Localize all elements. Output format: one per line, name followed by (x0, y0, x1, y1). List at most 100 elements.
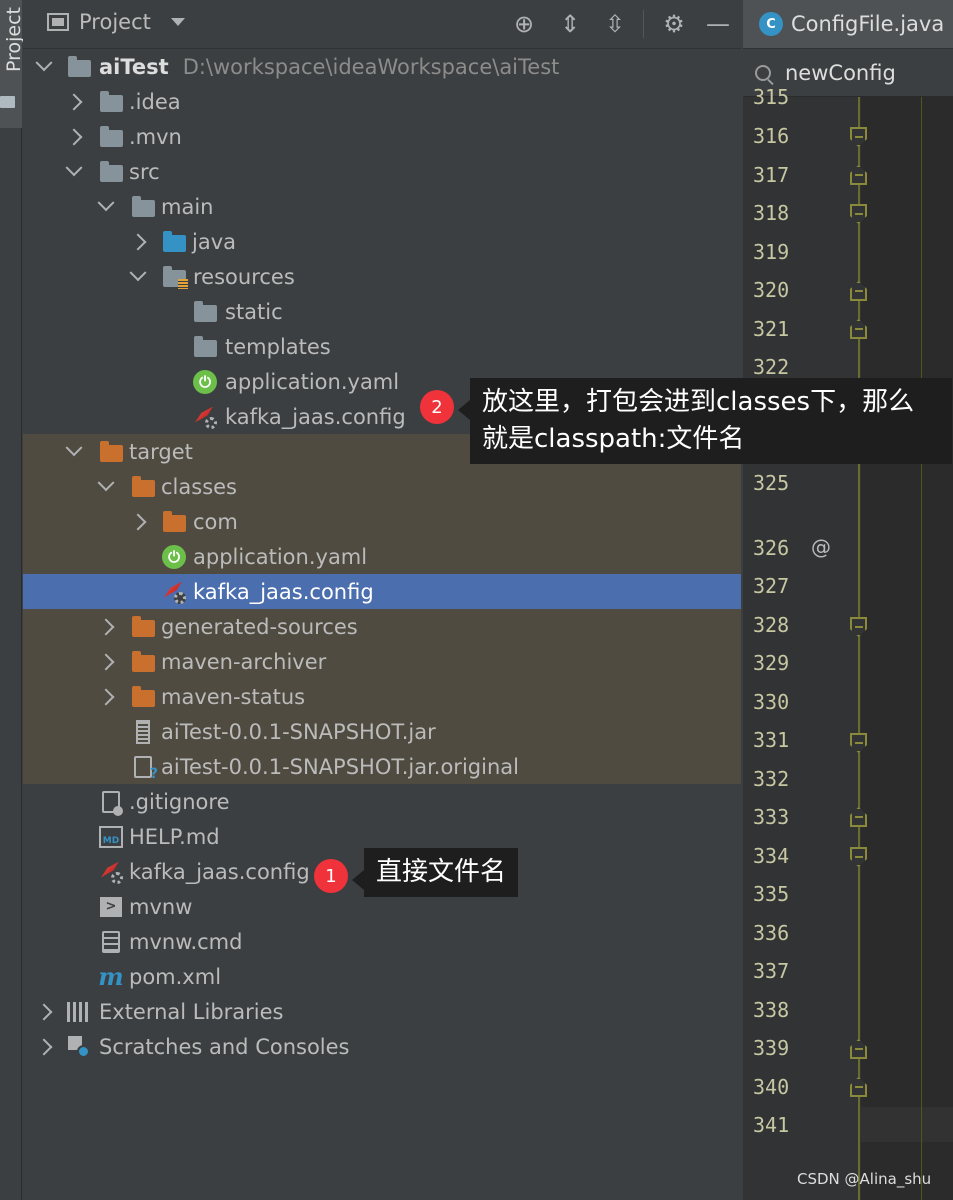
chevron-right-icon[interactable] (67, 95, 81, 109)
editor-gutter: 315 316317318319320321322323324325326327… (743, 85, 953, 1200)
chevron-right-icon[interactable] (99, 620, 113, 634)
tree-item-mvn[interactable]: .mvn (23, 119, 741, 154)
callout-text-line1: 放这里，打包会进到classes下，那么 (482, 387, 915, 417)
tree-item-main[interactable]: main (23, 189, 741, 224)
tree-item-jar-original[interactable]: ? aiTest-0.0.1-SNAPSHOT.jar.original (23, 749, 741, 784)
config-file-icon (193, 405, 217, 429)
tree-item-templates[interactable]: templates (23, 329, 741, 364)
tree-item-mvnw-cmd[interactable]: mvnw.cmd (23, 924, 741, 959)
tree-item-external-libraries[interactable]: External Libraries (23, 994, 741, 1029)
chevron-down-icon[interactable] (131, 270, 145, 284)
callout-badge-1: 1 (314, 859, 348, 893)
spring-boot-icon: ⏻ (193, 369, 217, 394)
project-tool-tab[interactable]: Project (0, 0, 25, 128)
code-area[interactable] (861, 97, 953, 1200)
line-number: 320 (753, 278, 790, 302)
tree-item-maven-archiver[interactable]: maven-archiver (23, 644, 741, 679)
gear-icon[interactable]: ⚙ (659, 9, 689, 39)
tree-item-com[interactable]: com (23, 504, 741, 539)
tree-item-label: kafka_jaas.config (225, 404, 406, 429)
project-view-selector[interactable]: Project (47, 10, 185, 34)
line-number: 340 (753, 1075, 790, 1099)
tree-item-classes[interactable]: classes (23, 469, 741, 504)
tree-item-label: src (129, 159, 160, 184)
excluded-folder-icon (131, 650, 155, 674)
tree-item-src[interactable]: src (23, 154, 741, 189)
tree-item-java[interactable]: java (23, 224, 741, 259)
excluded-folder-icon (162, 510, 186, 534)
tree-item-label: maven-status (161, 684, 306, 709)
line-number: 331 (753, 728, 790, 752)
excluded-folder-icon (131, 475, 155, 499)
search-icon[interactable] (755, 64, 771, 81)
maven-icon: m (98, 962, 124, 991)
line-number: 322 (753, 355, 790, 379)
chevron-down-icon[interactable] (99, 480, 113, 494)
line-number: 318 (753, 201, 790, 225)
shell-script-icon: > (99, 895, 123, 919)
chevron-down-icon[interactable] (67, 445, 81, 459)
tool-window-strip: Project (0, 0, 25, 1200)
chevron-right-icon[interactable] (131, 515, 145, 529)
tree-item-resources[interactable]: resources (23, 259, 741, 294)
editor-tab[interactable]: C ConfigFile.java (743, 0, 953, 49)
excluded-folder-icon (99, 440, 123, 464)
tree-item-scratches[interactable]: Scratches and Consoles (23, 1029, 741, 1064)
project-tree: aiTest D:\workspace\ideaWorkspace\aiTest … (23, 49, 741, 1064)
line-number: 329 (753, 651, 790, 675)
line-number: 341 (753, 1113, 790, 1137)
line-number: 326 (753, 536, 790, 560)
chevron-right-icon[interactable] (67, 130, 81, 144)
chevron-down-icon[interactable] (99, 200, 113, 214)
tree-item-cls-kafka-jaas[interactable]: kafka_jaas.config (23, 574, 741, 609)
expand-all-icon[interactable]: ⇕ (555, 9, 585, 39)
chevron-right-icon[interactable] (99, 690, 113, 704)
locate-file-icon[interactable]: ⊕ (509, 9, 539, 39)
chevron-right-icon[interactable] (99, 655, 113, 669)
tree-item-label: .idea (129, 89, 181, 114)
module-folder-icon (67, 55, 91, 79)
line-number: 337 (753, 959, 790, 983)
search-input[interactable]: newConfig (785, 61, 896, 85)
tree-item-aitest[interactable]: aiTest D:\workspace\ideaWorkspace\aiTest (23, 49, 741, 84)
tree-item-label: com (193, 509, 238, 534)
tree-item-generated-sources[interactable]: generated-sources (23, 609, 741, 644)
tree-item-label: pom.xml (129, 964, 222, 989)
tree-item-cls-application-yaml[interactable]: ⏻ application.yaml (23, 539, 741, 574)
project-panel-header: Project ⊕ ⇕ ⇳ ⚙ — (23, 0, 741, 49)
tree-item-static[interactable]: static (23, 294, 741, 329)
callout-text: 直接文件名 (376, 857, 507, 887)
line-number: 315 (753, 85, 790, 109)
minimize-icon[interactable]: — (703, 9, 733, 39)
line-number: 335 (753, 882, 790, 906)
folder-icon (0, 96, 15, 108)
tree-item-idea[interactable]: .idea (23, 84, 741, 119)
collapse-all-icon[interactable]: ⇳ (600, 9, 630, 39)
line-number: 334 (753, 844, 790, 868)
chevron-down-icon[interactable] (37, 60, 51, 74)
current-line-highlight (861, 1107, 953, 1142)
chevron-right-icon[interactable] (37, 1040, 51, 1054)
folder-icon (99, 125, 123, 149)
line-number: 319 (753, 240, 790, 264)
source-folder-icon (162, 230, 186, 254)
tree-item-pom-xml[interactable]: m pom.xml (23, 959, 741, 994)
watermark: CSDN @Alina_shu (797, 1170, 932, 1188)
markdown-file-icon: MD (99, 825, 123, 849)
folder-icon (131, 195, 155, 219)
line-number: 333 (753, 805, 790, 829)
chevron-down-icon[interactable] (67, 165, 81, 179)
line-number: 328 (753, 613, 790, 637)
tree-item-label: java (192, 229, 236, 254)
chevron-right-icon[interactable] (37, 1005, 51, 1019)
line-number: 316 (753, 124, 790, 148)
folder-icon (99, 90, 123, 114)
tree-item-jar[interactable]: aiTest-0.0.1-SNAPSHOT.jar (23, 714, 741, 749)
libraries-icon (67, 1000, 91, 1024)
tree-item-gitignore[interactable]: .gitignore (23, 784, 741, 819)
callout-text-line2: 就是classpath:文件名 (482, 424, 745, 454)
chevron-right-icon[interactable] (131, 235, 145, 249)
resources-folder-icon (162, 265, 188, 289)
tree-item-maven-status[interactable]: maven-status (23, 679, 741, 714)
config-file-icon (162, 580, 186, 604)
